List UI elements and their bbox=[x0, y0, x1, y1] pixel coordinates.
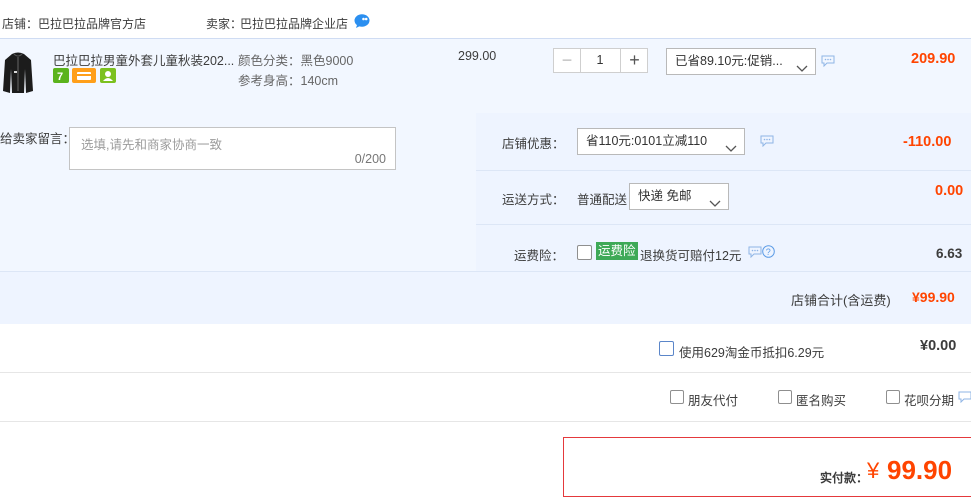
quantity-increase-button[interactable]: + bbox=[620, 49, 648, 72]
store-discount-select[interactable]: 省110元:0101立减110 bbox=[577, 128, 745, 155]
help-question-icon[interactable]: ? bbox=[762, 245, 775, 258]
shipping-method: 普通配送 bbox=[577, 193, 628, 207]
item-subtotal: 209.90 bbox=[911, 51, 956, 67]
promotion-select[interactable]: 已省89.10元:促销... bbox=[666, 48, 816, 75]
anonymous-buy-label: 匿名购买 bbox=[796, 394, 847, 408]
chevron-down-icon bbox=[709, 192, 721, 207]
seller-label: 卖家： bbox=[206, 17, 243, 31]
svg-text:7: 7 bbox=[57, 71, 63, 83]
store-total-label: 店铺合计(含运费) bbox=[791, 293, 891, 308]
wangwang-chat-icon[interactable] bbox=[354, 14, 370, 28]
divider bbox=[0, 421, 971, 422]
divider bbox=[476, 170, 971, 171]
note-placeholder: 选填,请先和商家协商一致 bbox=[81, 138, 222, 152]
sku-color: 颜色分类：黑色9000 bbox=[238, 54, 354, 68]
promotion-select-value: 已省89.10元:促销... bbox=[675, 54, 783, 68]
discount-info-icon[interactable] bbox=[760, 135, 774, 148]
taojinbi-label: 使用629淘金币抵扣6.29元 bbox=[679, 346, 825, 360]
store-discount-value: 省110元:0101立减110 bbox=[586, 134, 708, 148]
person-badge[interactable] bbox=[100, 68, 116, 83]
divider bbox=[476, 224, 971, 225]
installment-info-icon[interactable] bbox=[958, 391, 971, 404]
taojinbi-checkbox[interactable] bbox=[659, 341, 674, 356]
note-counter: 0/200 bbox=[354, 152, 386, 166]
insurance-chat-icon[interactable] bbox=[748, 246, 762, 259]
unit-price: 299.00 bbox=[458, 49, 497, 63]
store-label: 店铺： bbox=[2, 17, 39, 31]
product-title-link[interactable]: 巴拉巴拉男童外套儿童秋装202... bbox=[53, 50, 234, 69]
installment-label: 花呗分期 bbox=[904, 394, 955, 408]
friend-pay-label: 朋友代付 bbox=[688, 394, 739, 408]
promotion-info-icon[interactable] bbox=[821, 55, 835, 68]
insurance-amount: 6.63 bbox=[936, 246, 963, 261]
taojinbi-amount: ¥0.00 bbox=[920, 338, 957, 354]
seller-note-textarea[interactable]: 选填,请先和商家协商一致 0/200 bbox=[69, 127, 396, 170]
discount-amount: -110.00 bbox=[903, 134, 952, 150]
insurance-description: 退换货可赔付12元 bbox=[640, 249, 742, 263]
discount-label: 店铺优惠： bbox=[502, 137, 565, 151]
quantity-input[interactable]: 1 bbox=[581, 49, 619, 72]
shipping-label: 运送方式： bbox=[502, 193, 565, 207]
payment-label: 实付款： bbox=[820, 471, 869, 485]
store-total-amount: ¥99.90 bbox=[912, 289, 955, 305]
sku-height: 参考身高：140cm bbox=[238, 74, 339, 88]
friend-pay-checkbox[interactable] bbox=[670, 390, 684, 404]
card-badge[interactable] bbox=[72, 68, 96, 83]
store-name-link[interactable]: 巴拉巴拉品牌官方店 bbox=[38, 15, 146, 32]
insurance-tag: 运费险 bbox=[596, 242, 638, 260]
divider bbox=[0, 372, 971, 373]
payment-currency: ¥ bbox=[867, 458, 880, 483]
chevron-down-icon bbox=[725, 137, 737, 152]
quantity-decrease-button[interactable]: − bbox=[554, 49, 581, 72]
anonymous-buy-checkbox[interactable] bbox=[778, 390, 792, 404]
payment-amount: 99.90 bbox=[887, 455, 953, 485]
seller-name-link[interactable]: 巴拉巴拉品牌企业店 bbox=[240, 15, 348, 32]
shipping-select-value: 快递 免邮 bbox=[638, 189, 692, 203]
product-thumbnail[interactable] bbox=[2, 51, 34, 95]
shipping-select[interactable]: 快递 免邮 bbox=[629, 183, 729, 210]
installment-checkbox[interactable] bbox=[886, 390, 900, 404]
insurance-label: 运费险： bbox=[514, 249, 565, 263]
shop-header: 店铺： 巴拉巴拉品牌官方店 卖家： 巴拉巴拉品牌企业店 bbox=[0, 0, 971, 38]
chevron-down-icon bbox=[796, 57, 808, 72]
svg-text:?: ? bbox=[766, 247, 771, 257]
insurance-checkbox[interactable] bbox=[577, 245, 592, 260]
quantity-stepper: − 1 + bbox=[553, 48, 648, 73]
shipping-amount: 0.00 bbox=[935, 183, 964, 199]
note-label: 给卖家留言： bbox=[0, 132, 76, 146]
seven-day-return-badge[interactable]: 7 bbox=[53, 68, 69, 83]
